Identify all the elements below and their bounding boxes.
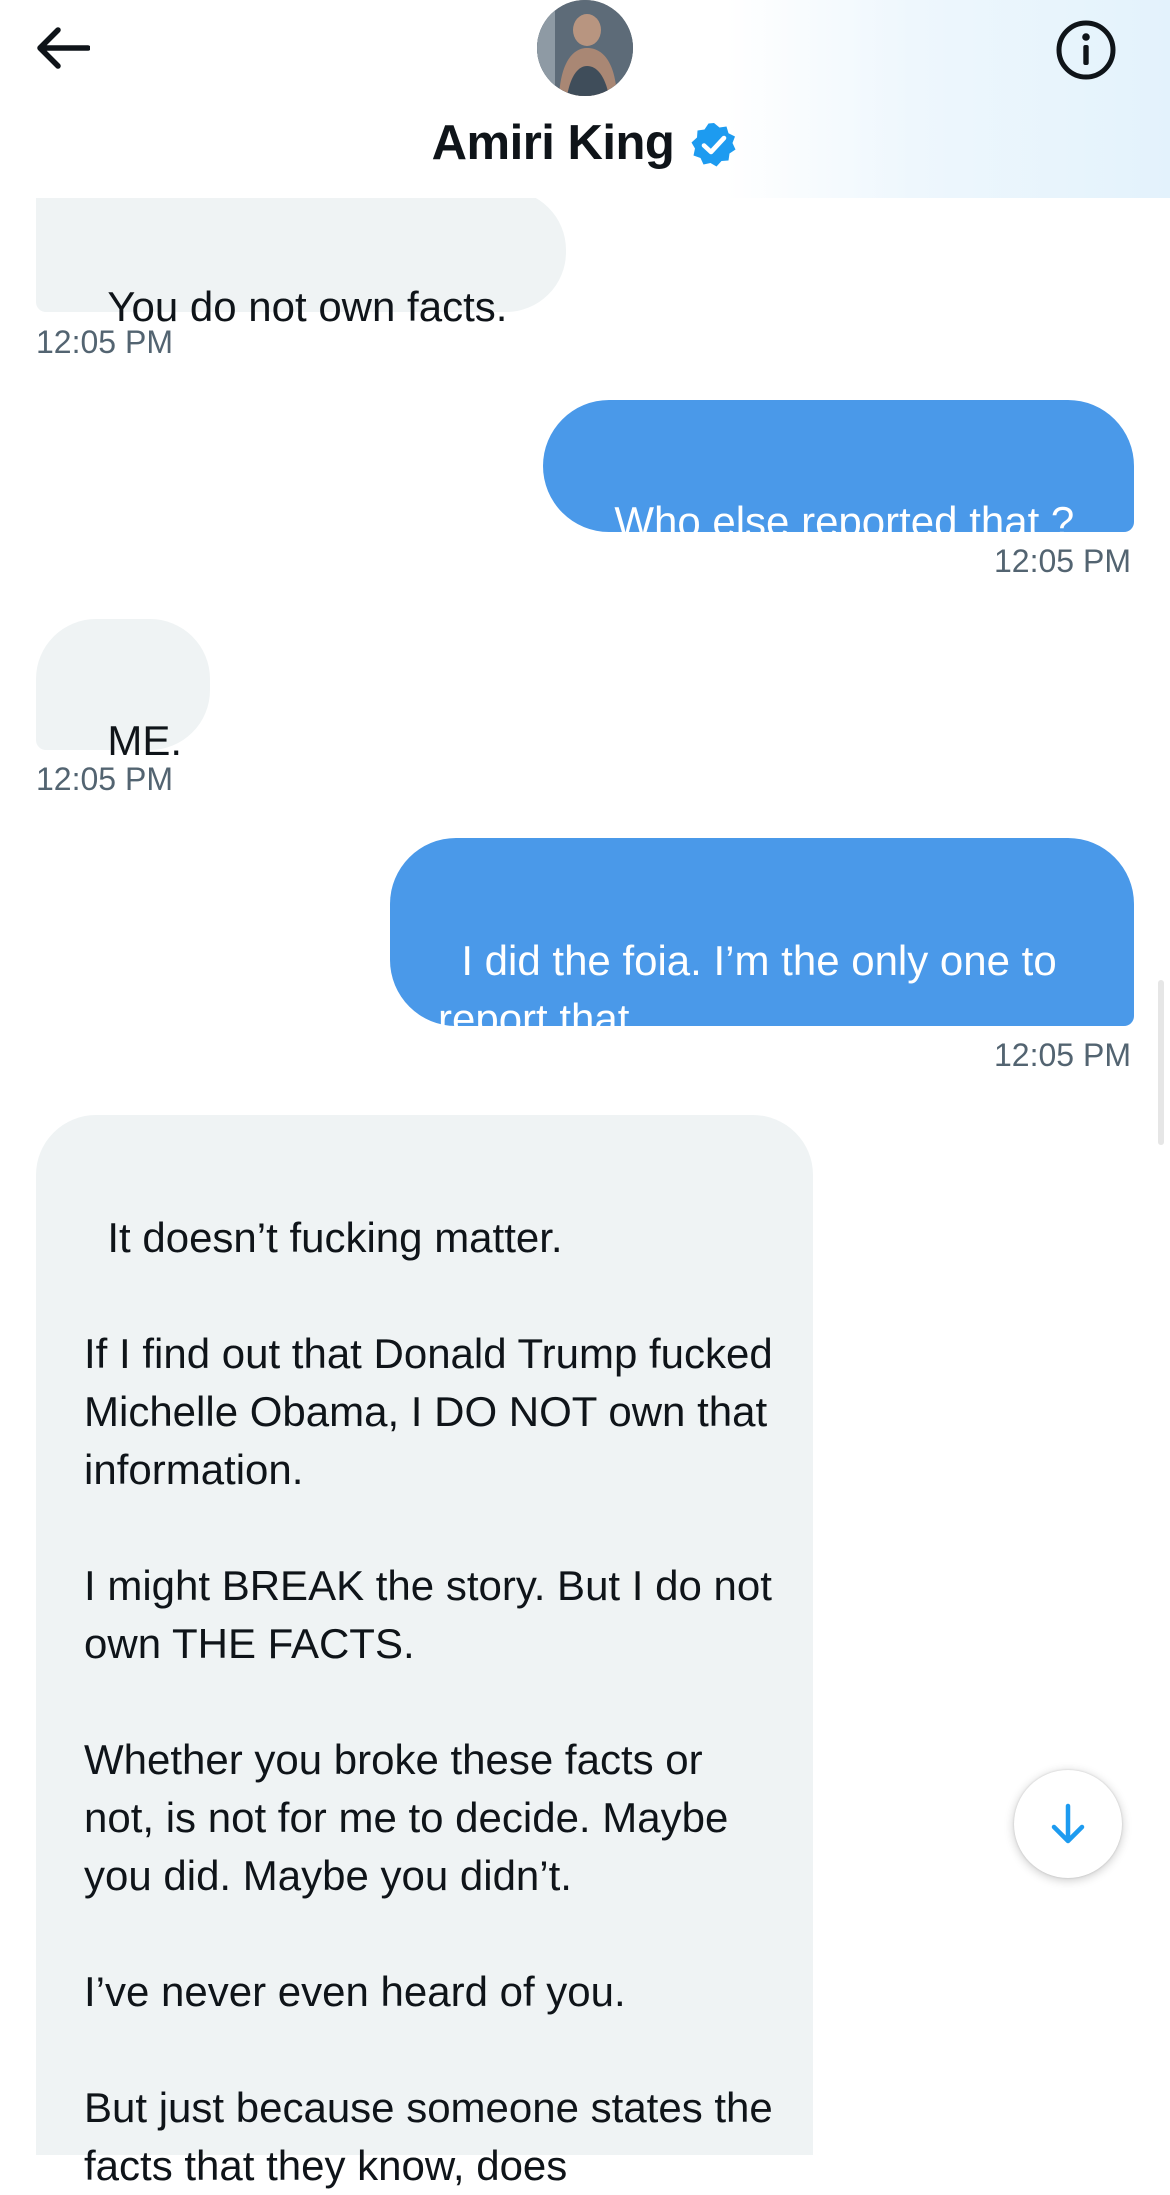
- message-timestamp: 12:05 PM: [994, 543, 1131, 579]
- message-text: ME.: [107, 717, 183, 764]
- arrow-left-icon: [37, 27, 90, 69]
- avatar[interactable]: [537, 0, 633, 96]
- message-text: Who else reported that ?: [614, 498, 1075, 545]
- incoming-message[interactable]: ME.: [36, 619, 210, 764]
- scroll-to-bottom-button[interactable]: [1014, 1770, 1122, 1878]
- avatar-image: [537, 0, 633, 96]
- info-button[interactable]: [1051, 15, 1121, 85]
- incoming-message[interactable]: It doesn’t fucking matter. If I find out…: [36, 1115, 813, 2189]
- outgoing-message[interactable]: Who else reported that ?: [543, 400, 1134, 545]
- message-text: It doesn’t fucking matter. If I find out…: [84, 1214, 773, 2189]
- contact-name-row[interactable]: Amiri King: [0, 110, 1170, 176]
- incoming-message[interactable]: You do not own facts.: [36, 190, 566, 330]
- outgoing-message[interactable]: I did the foia. I’m the only one to repo…: [390, 838, 1134, 1042]
- message-timestamp: 12:05 PM: [994, 1037, 1131, 1073]
- message-timestamp: 12:05 PM: [36, 761, 173, 797]
- verified-badge-icon: [691, 123, 736, 167]
- scrollbar[interactable]: [1158, 980, 1164, 1145]
- conversation-header: Amiri King: [0, 0, 1170, 198]
- contact-name: Amiri King: [431, 116, 675, 170]
- arrow-down-icon: [1051, 1803, 1085, 1844]
- message-text: I did the foia. I’m the only one to repo…: [438, 937, 1069, 1042]
- info-circle-icon: [1056, 20, 1116, 80]
- back-button[interactable]: [28, 18, 96, 78]
- message-timestamp: 12:05 PM: [36, 324, 173, 360]
